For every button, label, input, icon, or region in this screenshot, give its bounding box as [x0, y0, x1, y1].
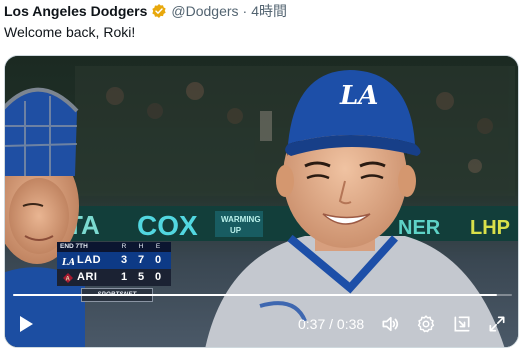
- author-name[interactable]: Los Angeles Dodgers: [4, 3, 147, 19]
- team-errors: 0: [154, 254, 162, 266]
- post-header: Los Angeles Dodgers @Dodgers · 4時間: [4, 2, 287, 20]
- author-handle[interactable]: @Dodgers: [171, 3, 238, 19]
- team-abbr: ARI: [77, 271, 98, 283]
- svg-text:LA: LA: [339, 81, 378, 111]
- post-timestamp[interactable]: 4時間: [251, 1, 287, 21]
- svg-text:LA: LA: [62, 258, 74, 267]
- svg-text:A: A: [65, 276, 70, 282]
- settings-gear-icon: [417, 315, 435, 333]
- svg-text:UP: UP: [230, 226, 242, 235]
- fullscreen-icon: [489, 316, 505, 332]
- team-runs: 3: [120, 254, 128, 266]
- current-time: 0:37: [298, 316, 326, 332]
- picture-in-picture-icon: [454, 316, 470, 332]
- diamondbacks-logo-icon: A: [61, 271, 74, 284]
- svg-text:WARMING: WARMING: [221, 215, 261, 224]
- scoreboard-row-lad: LA LAD 3 7 0: [57, 252, 171, 269]
- team-hits: 7: [137, 254, 145, 266]
- inning-status: END 7TH: [60, 243, 88, 250]
- verified-badge-icon[interactable]: [151, 3, 167, 19]
- progress-bar[interactable]: [13, 294, 512, 296]
- runs-header: R: [121, 243, 127, 250]
- hits-header: H: [138, 243, 144, 250]
- team-errors: 0: [154, 271, 162, 283]
- scoreboard-row-ari: A ARI 1 5 0: [57, 269, 171, 286]
- time-readout: 0:37 / 0:38: [298, 316, 364, 332]
- pip-button[interactable]: [451, 313, 473, 335]
- volume-icon: [382, 316, 399, 332]
- settings-button[interactable]: [415, 313, 437, 335]
- play-icon: [20, 316, 33, 332]
- volume-button[interactable]: [379, 313, 401, 335]
- post-text: Welcome back, Roki!: [4, 24, 136, 40]
- fullscreen-button[interactable]: [486, 313, 508, 335]
- svg-text:COX: COX: [137, 210, 198, 241]
- header-separator: ·: [242, 3, 248, 19]
- dodgers-logo-icon: LA: [61, 254, 74, 267]
- svg-text:NER: NER: [398, 217, 441, 239]
- scoreboard-header: END 7TH R H E: [57, 242, 171, 252]
- svg-text:LHP: LHP: [470, 217, 510, 239]
- duration: 0:38: [336, 316, 365, 332]
- play-button[interactable]: [15, 312, 37, 336]
- video-controls: 0:37 / 0:38: [5, 308, 518, 342]
- team-hits: 5: [137, 271, 145, 283]
- video-player[interactable]: TA COX WARMING UP NER LHP LA END 7TH R H…: [4, 55, 519, 348]
- video-frame[interactable]: TA COX WARMING UP NER LHP LA: [5, 56, 519, 348]
- scoreboard: END 7TH R H E LA LAD 3 7 0 A ARI 1 5 0 S…: [57, 242, 177, 302]
- team-runs: 1: [120, 271, 128, 283]
- team-abbr: LAD: [77, 254, 102, 266]
- time-separator: /: [329, 316, 334, 332]
- errors-header: E: [155, 243, 161, 250]
- progress-fill: [13, 294, 498, 296]
